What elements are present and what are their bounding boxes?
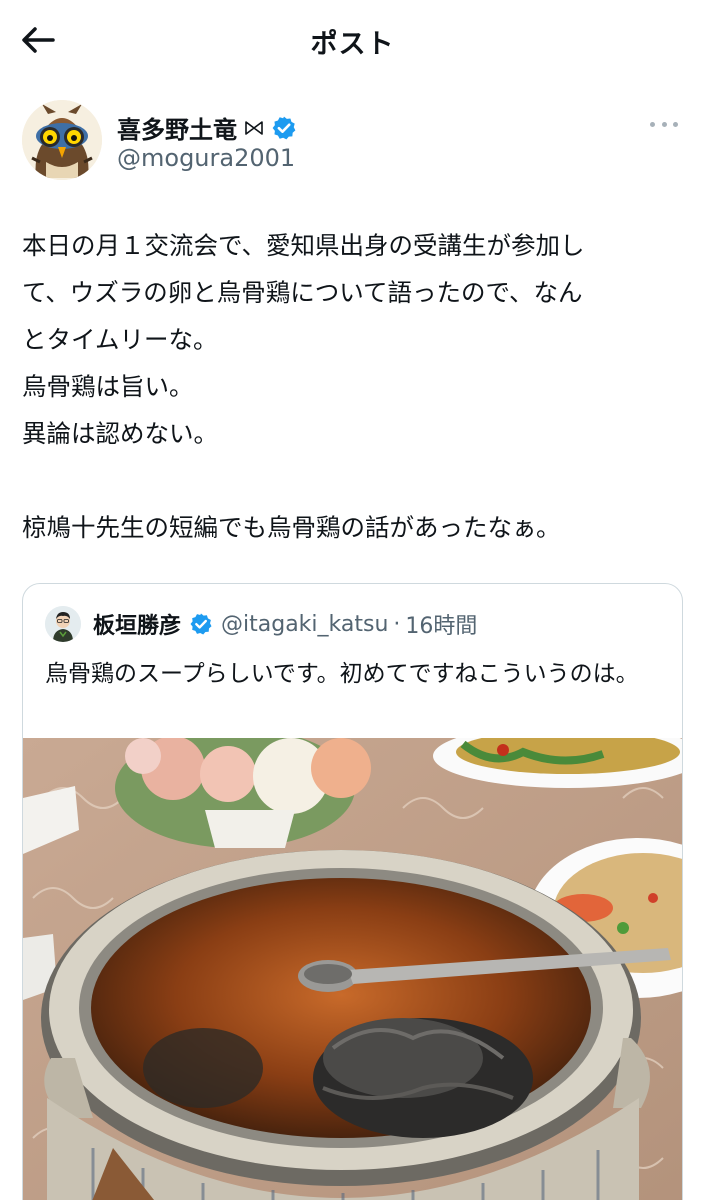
quoted-post-header: 板垣勝彦 @itagaki_katsu · 16時間 (45, 606, 477, 642)
post-text-line (22, 457, 687, 504)
post-author: 喜多野土竜 @mogura2001 (22, 100, 682, 184)
author-handle[interactable]: @mogura2001 (117, 144, 295, 172)
author-display-name[interactable]: 喜多野土竜 (117, 110, 237, 145)
post-text-line: とタイムリーな。 (22, 325, 218, 354)
post-text-line: 椋鳩十先生の短編でも烏骨鶏の話があったなぁ。 (22, 513, 561, 542)
quoted-post-card[interactable]: 板垣勝彦 @itagaki_katsu · 16時間 烏骨鶏のスープらしいです。… (22, 583, 683, 1200)
author-name-row: 喜多野土竜 (117, 110, 297, 145)
avatar[interactable] (22, 100, 102, 180)
quoted-avatar[interactable] (45, 606, 81, 642)
photo-silkie-chicken-soup (23, 724, 682, 1200)
post-text-line: 烏骨鶏は旨い。 (22, 372, 194, 401)
page-title: ポスト (310, 29, 395, 60)
post-text: 本日の月１交流会で、愛知県出身の受講生が参加し て、ウズラの卵と烏骨鶏について語… (22, 222, 687, 551)
separator-dot: · (393, 611, 401, 637)
more-options-button[interactable] (646, 112, 682, 136)
top-bar: ポスト (0, 0, 705, 80)
owl-avatar-icon (22, 100, 102, 180)
quoted-post-image[interactable] (23, 724, 682, 1200)
post-text-line: 本日の月１交流会で、愛知県出身の受講生が参加し (22, 231, 585, 260)
verified-badge-icon (272, 116, 296, 139)
quoted-handle[interactable]: @itagaki_katsu (221, 612, 388, 637)
quoted-post-text: 烏骨鶏のスープらしいです。初めてですねこういうのは。 (45, 661, 639, 687)
more-horizontal-icon (650, 121, 655, 127)
verified-badge-icon (190, 613, 212, 635)
post-text-line: 異論は認めない。 (22, 419, 218, 448)
quoted-display-name[interactable]: 板垣勝彦 (93, 608, 181, 640)
bowtie-icon (245, 120, 263, 135)
quoted-timestamp[interactable]: 16時間 (405, 608, 477, 640)
post-text-line: て、ウズラの卵と烏骨鶏について語ったので、なん (22, 278, 583, 307)
person-avatar-icon (45, 606, 81, 642)
